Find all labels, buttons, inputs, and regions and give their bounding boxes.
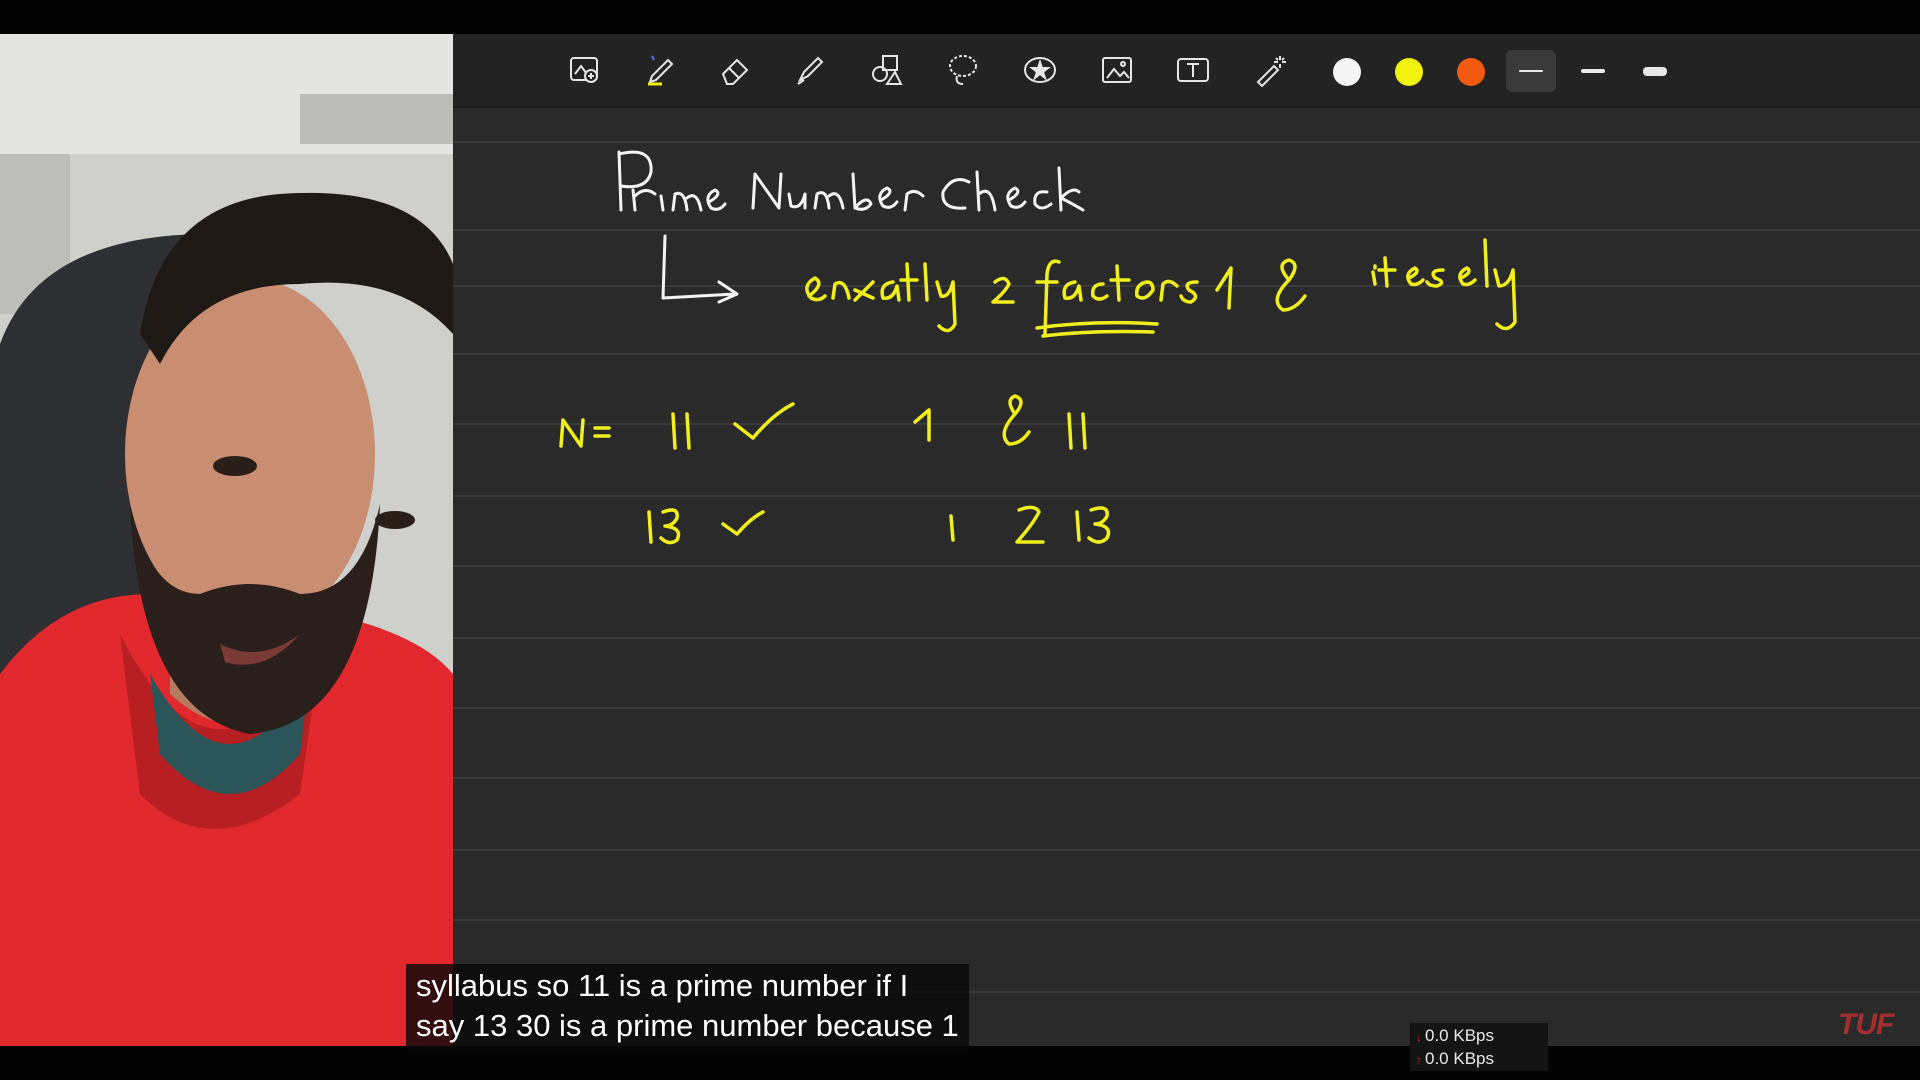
top-letterbox [0, 0, 1920, 34]
handwritten-arrow [661, 234, 739, 304]
download-speed-row: ↓ 0.0 KBps [1416, 1025, 1548, 1048]
whiteboard-canvas[interactable] [453, 34, 1920, 1046]
picture-icon[interactable] [1095, 48, 1139, 92]
color-orange-swatch[interactable] [1457, 58, 1485, 86]
handwritten-example-2 [647, 505, 1111, 545]
ink-layer [559, 150, 1517, 545]
handwritten-example-1 [559, 394, 1087, 450]
download-speed: 0.0 KBps [1425, 1026, 1494, 1045]
upload-speed-row: ↑ 0.0 KBps [1416, 1048, 1548, 1071]
handwritten-definition [805, 238, 1517, 338]
sticker-icon[interactable] [1018, 48, 1062, 92]
caption-line-1: syllabus so 11 is a prime number if I [416, 968, 909, 1003]
lasso-icon[interactable] [941, 48, 985, 92]
stroke-thin-button[interactable] [1506, 50, 1556, 92]
upload-arrow-icon: ↑ [1416, 1053, 1422, 1067]
handwritten-title [617, 150, 1085, 212]
stroke-thick-button[interactable] [1630, 50, 1680, 92]
color-yellow-swatch[interactable] [1395, 58, 1423, 86]
channel-logo: TUF [1838, 1008, 1894, 1041]
caption-line-2: say 13 30 is a prime number because 1 [416, 1008, 959, 1043]
drawing-toolbar [453, 34, 1920, 108]
image-add-icon[interactable] [563, 48, 607, 92]
laser-pointer-icon[interactable] [1248, 48, 1292, 92]
download-arrow-icon: ↓ [1416, 1030, 1422, 1044]
eraser-icon[interactable] [713, 48, 757, 92]
upload-speed: 0.0 KBps [1425, 1049, 1494, 1068]
highlighter-icon[interactable] [788, 48, 832, 92]
presenter-image [0, 34, 453, 1046]
color-white-swatch[interactable] [1333, 58, 1361, 86]
network-speed-widget: ↓ 0.0 KBps ↑ 0.0 KBps [1410, 1023, 1548, 1071]
shapes-icon[interactable] [865, 48, 909, 92]
text-box-icon[interactable] [1171, 48, 1215, 92]
bottom-letterbox [0, 1046, 1920, 1080]
pen-icon[interactable] [638, 48, 682, 92]
webcam-video [0, 34, 453, 1046]
video-caption: syllabus so 11 is a prime number if I sa… [406, 964, 969, 1050]
stroke-medium-button[interactable] [1568, 50, 1618, 92]
